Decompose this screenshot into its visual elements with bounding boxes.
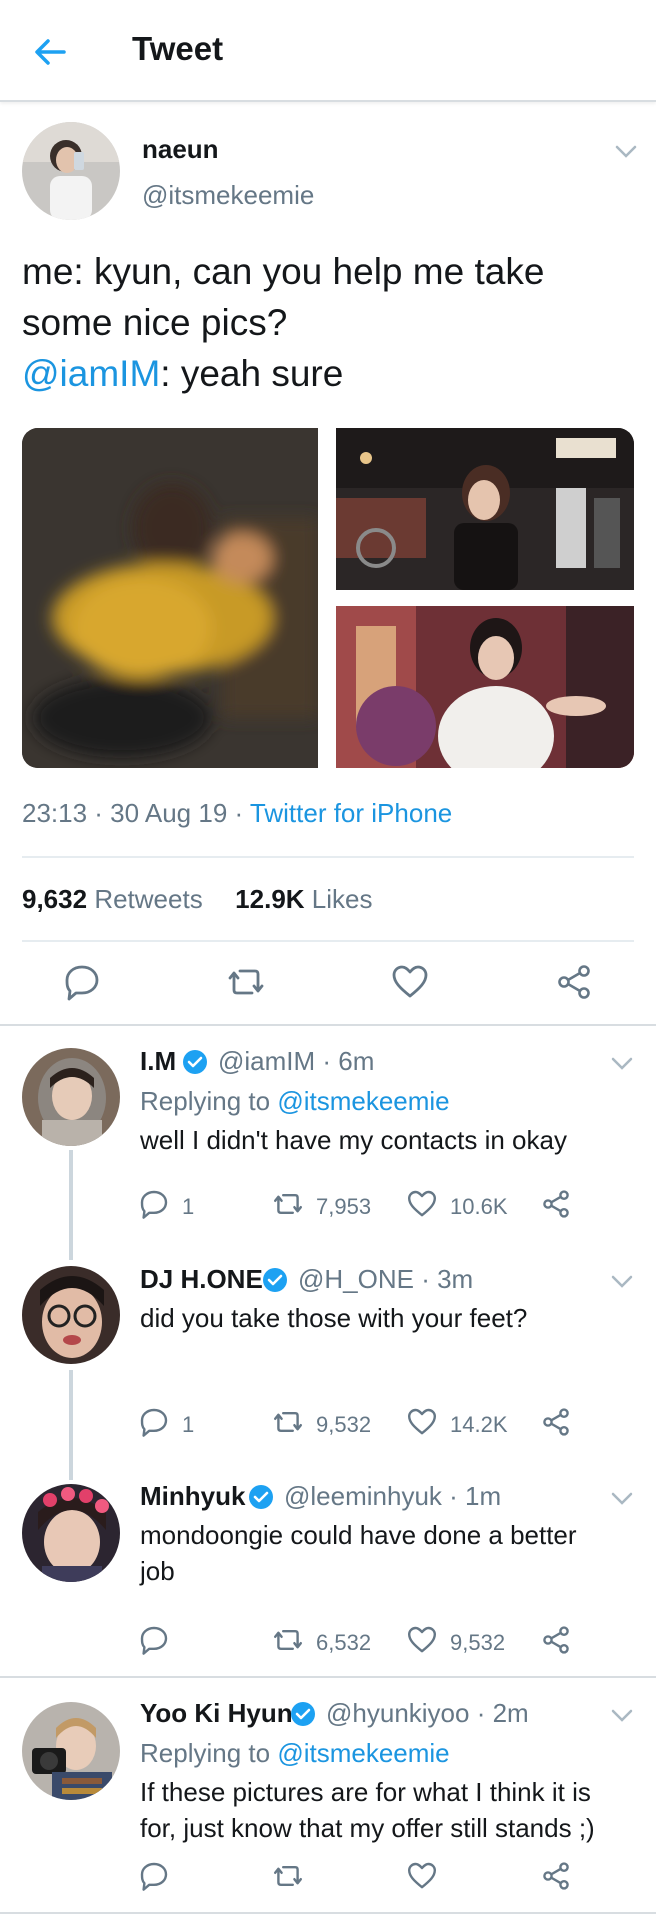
verified-badge-icon	[291, 1702, 315, 1726]
reply-text-line: If these pictures are for what I think i…	[140, 1777, 591, 1807]
reply-text: If these pictures are for what I think i…	[140, 1774, 595, 1846]
avatar[interactable]	[22, 1266, 120, 1364]
replying-to: Replying to @itsmekeemie	[140, 1738, 450, 1768]
reply-handle-time[interactable]: @leeminhyuk · 1m	[284, 1481, 501, 1512]
divider	[22, 856, 634, 858]
avatar[interactable]	[22, 1702, 120, 1800]
retweet-count: 6,532	[316, 1630, 372, 1655]
retweet-count: 9,532	[316, 1412, 372, 1437]
photo-2[interactable]	[336, 428, 634, 590]
chevron-down-icon[interactable]	[614, 144, 638, 160]
source-link[interactable]: Twitter for iPhone	[250, 798, 452, 828]
like-icon[interactable]	[390, 962, 430, 1002]
replying-to-link[interactable]: @itsmekeemie	[277, 1738, 449, 1768]
photo-3[interactable]	[336, 606, 634, 768]
divider	[0, 1024, 656, 1026]
tweet-text-line: @iamIM: yeah sure	[22, 348, 642, 399]
reply-icon[interactable]	[138, 1624, 170, 1656]
reply-author-name[interactable]: Minhyuk	[140, 1481, 245, 1512]
photo-1[interactable]	[22, 428, 318, 768]
like-count: 9,532	[450, 1630, 506, 1655]
reply-author-name[interactable]: I.M	[140, 1046, 176, 1077]
reply-count: 1	[182, 1194, 195, 1219]
reply-count: 1	[182, 1412, 195, 1437]
tweet-stats: 9,632 Retweets 12.9K Likes	[22, 884, 373, 915]
replying-to-link[interactable]: @itsmekeemie	[277, 1086, 449, 1116]
retweet-icon[interactable]	[272, 1406, 304, 1438]
like-icon[interactable]	[406, 1860, 438, 1892]
media-grid	[22, 428, 634, 768]
author-name[interactable]: naeun	[142, 134, 219, 165]
page-title: Tweet	[132, 30, 224, 67]
top-bar: Tweet	[0, 0, 656, 102]
retweet-icon[interactable]	[272, 1188, 304, 1220]
avatar[interactable]	[22, 122, 120, 220]
avatar[interactable]	[22, 1048, 120, 1146]
share-icon[interactable]	[540, 1860, 572, 1892]
tweet-text-line: me: kyun, can you help me take	[22, 251, 545, 292]
reply-icon[interactable]	[138, 1188, 170, 1220]
thread-line	[69, 1150, 73, 1260]
reply-handle-time[interactable]: @hyunkiyoo · 2m	[326, 1698, 529, 1729]
chevron-down-icon[interactable]	[610, 1491, 634, 1507]
retweet-icon[interactable]	[226, 962, 266, 1002]
mention-link[interactable]: @iamIM	[22, 353, 160, 394]
verified-badge-icon	[263, 1268, 287, 1292]
replying-to: Replying to @itsmekeemie	[140, 1086, 450, 1116]
reply-text: well I didn't have my contacts in okay	[140, 1125, 567, 1155]
divider	[22, 940, 634, 942]
share-icon[interactable]	[540, 1188, 572, 1220]
verified-badge-icon	[249, 1485, 273, 1509]
chevron-down-icon[interactable]	[610, 1708, 634, 1724]
back-arrow-icon[interactable]	[30, 32, 70, 72]
reply-text-line: for, just know that my offer still stand…	[140, 1813, 595, 1843]
author-handle[interactable]: @itsmekeemie	[142, 180, 314, 211]
reply-text: did you take those with your feet?	[140, 1303, 528, 1333]
chevron-down-icon[interactable]	[610, 1274, 634, 1290]
like-count: 10.6K	[450, 1194, 508, 1219]
timestamp: 23:13 · 30 Aug 19 ·	[22, 798, 250, 828]
like-stat[interactable]: 12.9K Likes	[235, 884, 372, 914]
retweet-icon[interactable]	[272, 1624, 304, 1656]
tweet-text: me: kyun, can you help me take some nice…	[22, 246, 642, 399]
reply-handle-time[interactable]: @H_ONE · 3m	[298, 1264, 473, 1295]
share-icon[interactable]	[554, 962, 594, 1002]
reply-text-line: job	[140, 1556, 175, 1586]
reply-icon[interactable]	[138, 1406, 170, 1438]
retweet-count: 7,953	[316, 1194, 372, 1219]
tweet-metadata: 23:13 · 30 Aug 19 · Twitter for iPhone	[22, 798, 452, 829]
reply-author-name[interactable]: DJ H.ONE	[140, 1264, 263, 1295]
divider	[0, 1676, 656, 1678]
avatar[interactable]	[22, 1484, 120, 1582]
reply-text-line: mondoongie could have done a better	[140, 1520, 577, 1550]
like-icon[interactable]	[406, 1624, 438, 1656]
tweet-text-rest: : yeah sure	[160, 353, 344, 394]
reply-handle-time[interactable]: @iamIM · 6m	[218, 1046, 374, 1077]
tweet-text-line: some nice pics?	[22, 302, 288, 343]
reply-author-name[interactable]: Yoo Ki Hyun	[140, 1698, 293, 1729]
reply-icon[interactable]	[62, 962, 102, 1002]
reply-text: mondoongie could have done a better job	[140, 1517, 577, 1589]
chevron-down-icon[interactable]	[610, 1056, 634, 1072]
reply-icon[interactable]	[138, 1860, 170, 1892]
share-icon[interactable]	[540, 1624, 572, 1656]
like-icon[interactable]	[406, 1188, 438, 1220]
divider	[0, 1912, 656, 1914]
retweet-stat[interactable]: 9,632 Retweets	[22, 884, 203, 914]
share-icon[interactable]	[540, 1406, 572, 1438]
retweet-icon[interactable]	[272, 1860, 304, 1892]
verified-badge-icon	[183, 1050, 207, 1074]
like-count: 14.2K	[450, 1412, 508, 1437]
thread-line	[69, 1370, 73, 1480]
like-icon[interactable]	[406, 1406, 438, 1438]
